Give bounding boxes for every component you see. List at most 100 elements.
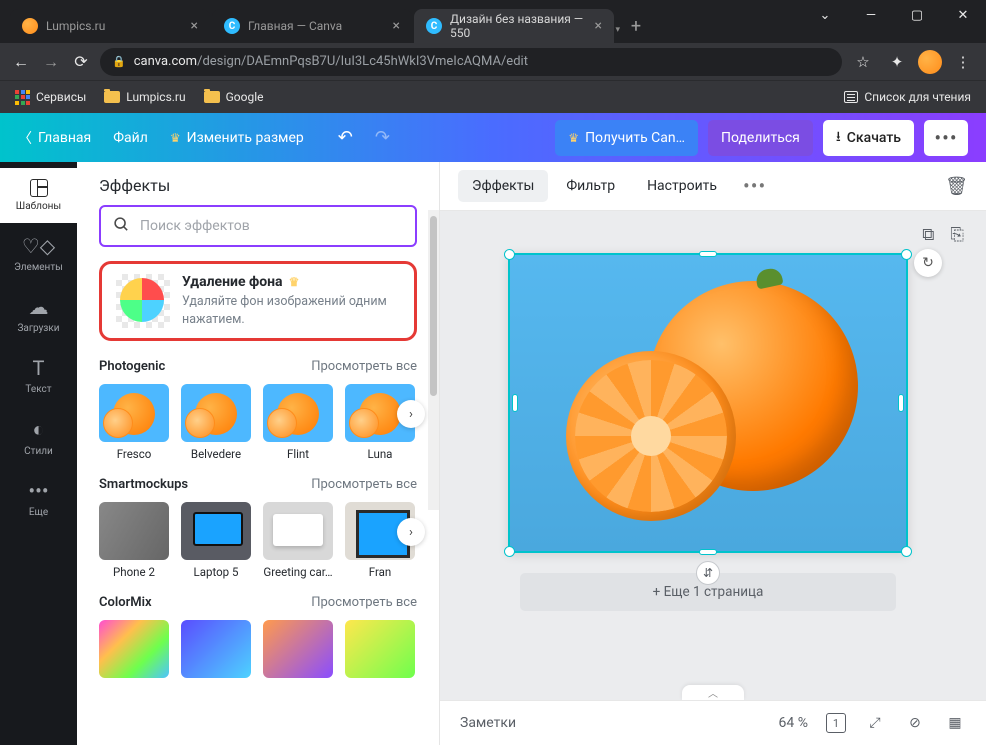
browser-tab-2[interactable]: C Дизайн без названия — 550 ▾ × xyxy=(414,9,614,43)
search-effects[interactable] xyxy=(99,205,417,247)
see-all-link[interactable]: Просмотреть все xyxy=(311,477,417,492)
resize-handle[interactable] xyxy=(699,251,717,257)
nav-label: Загрузки xyxy=(17,323,59,334)
add-page-icon[interactable]: ⎘ xyxy=(950,225,964,245)
resize-handle[interactable] xyxy=(901,249,912,260)
nav-text[interactable]: TТекст xyxy=(0,345,77,406)
see-all-link[interactable]: Просмотреть все xyxy=(311,359,417,374)
duplicate-icon[interactable]: ⧉ xyxy=(922,225,934,245)
new-tab-button[interactable]: + xyxy=(622,12,650,40)
colormix-item[interactable] xyxy=(181,620,251,678)
colormix-item[interactable] xyxy=(263,620,333,678)
scrollbar[interactable] xyxy=(428,210,439,510)
add-page-label: + Еще 1 страница xyxy=(653,584,764,600)
chevron-down-icon[interactable]: ▾ xyxy=(615,25,620,35)
effect-label: Fresco xyxy=(99,447,169,461)
rotate-handle[interactable]: ↻ xyxy=(914,249,942,277)
page-indicator[interactable]: 1 xyxy=(826,713,846,733)
effect-label: Flint xyxy=(263,447,333,461)
resize-handle[interactable] xyxy=(898,394,904,412)
crown-icon: ♛ xyxy=(289,275,300,289)
bg-remover-title: Удаление фона xyxy=(182,274,283,290)
nav-uploads[interactable]: ☁Загрузки xyxy=(0,284,77,345)
notes-button[interactable]: Заметки xyxy=(460,715,516,731)
effect-item[interactable]: Fresco xyxy=(99,384,169,461)
resize-handle[interactable] xyxy=(504,249,515,260)
home-button[interactable]: 〈Главная xyxy=(18,128,91,148)
reading-list-label: Список для чтения xyxy=(864,90,971,104)
bg-remover-card[interactable]: Удаление фона ♛ Удаляйте фон изображений… xyxy=(99,261,417,341)
effect-item[interactable]: Belvedere xyxy=(181,384,251,461)
chrome-menu-icon[interactable]: ⌄ xyxy=(802,0,848,30)
file-label: Файл xyxy=(113,130,148,146)
scroll-right-icon[interactable]: › xyxy=(397,518,425,546)
ctx-effects[interactable]: Эффекты xyxy=(458,170,548,202)
kebab-icon[interactable]: ⋮ xyxy=(950,53,976,71)
bookmark-lumpics[interactable]: Lumpics.ru xyxy=(104,90,185,104)
file-menu[interactable]: Файл xyxy=(113,130,148,146)
page-nav-icon[interactable]: ⇵ xyxy=(696,561,720,585)
download-icon: ⭳ xyxy=(836,126,841,150)
maximize-icon[interactable]: ▢ xyxy=(894,0,940,30)
more-button[interactable]: ••• xyxy=(924,120,968,156)
app-toolbar: 〈Главная Файл ♛Изменить размер ↶ ↷ ♛Полу… xyxy=(0,113,986,162)
trash-icon[interactable]: 🗑 xyxy=(945,176,968,197)
close-icon[interactable]: × xyxy=(595,18,602,34)
forward-icon[interactable]: → xyxy=(40,52,62,72)
get-pro-label: Получить Can… xyxy=(585,130,685,146)
nav-more[interactable]: •••Еще xyxy=(0,468,77,529)
resize-handle[interactable] xyxy=(699,549,717,555)
resize-handle[interactable] xyxy=(504,546,515,557)
get-pro-button[interactable]: ♛Получить Can… xyxy=(555,120,698,156)
browser-tab-0[interactable]: Lumpics.ru × xyxy=(10,9,210,43)
design-stage[interactable]: ⧉ ⎘ ↻ ⇵ + Еще 1 страница ︿ xyxy=(440,211,986,700)
mockup-item[interactable]: Greeting car… xyxy=(263,502,333,579)
reload-icon[interactable]: ⟳ xyxy=(70,52,92,71)
close-icon[interactable]: × xyxy=(191,18,198,34)
close-icon[interactable]: × xyxy=(393,18,400,34)
see-all-link[interactable]: Просмотреть все xyxy=(311,595,417,610)
back-icon[interactable]: ← xyxy=(10,52,32,72)
resize-handle[interactable] xyxy=(901,546,912,557)
bookmark-google[interactable]: Google xyxy=(204,90,264,104)
fullscreen-icon[interactable]: ⤢ xyxy=(864,712,886,734)
mockup-item[interactable]: Phone 2 xyxy=(99,502,169,579)
ellipsis-icon: ••• xyxy=(28,479,48,503)
extension-icon[interactable]: ✦ xyxy=(884,53,910,71)
resize-handle[interactable] xyxy=(512,394,518,412)
ctx-filter[interactable]: Фильтр xyxy=(552,170,629,202)
effect-item[interactable]: Flint xyxy=(263,384,333,461)
download-button[interactable]: ⭳Скачать xyxy=(823,120,914,156)
home-label: Главная xyxy=(38,130,91,146)
ctx-adjust[interactable]: Настроить xyxy=(633,170,731,202)
nav-styles[interactable]: ◐Стили xyxy=(0,406,77,468)
ellipsis-icon: ••• xyxy=(934,126,957,150)
redo-icon[interactable]: ↷ xyxy=(375,127,390,148)
nav-templates[interactable]: Шаблоны xyxy=(0,168,77,223)
url-input[interactable]: 🔒 canva.com/design/DAEmnPqsB7U/IuI3Lc45h… xyxy=(100,48,842,76)
ctx-more[interactable]: ••• xyxy=(735,168,774,204)
help-icon[interactable]: ⊘ xyxy=(904,712,926,734)
undo-icon[interactable]: ↶ xyxy=(338,127,353,148)
minimize-icon[interactable]: — xyxy=(848,0,894,30)
resize-button[interactable]: ♛Изменить размер xyxy=(170,130,304,146)
nav-elements[interactable]: ♡◇Элементы xyxy=(0,223,77,284)
close-window-icon[interactable]: ✕ xyxy=(940,0,986,30)
colormix-item[interactable] xyxy=(99,620,169,678)
scroll-right-icon[interactable]: › xyxy=(397,400,425,428)
star-icon[interactable]: ☆ xyxy=(850,53,876,71)
share-label: Поделиться xyxy=(721,130,800,146)
add-page-button[interactable]: ⇵ + Еще 1 страница xyxy=(520,573,896,611)
reading-list-button[interactable]: Список для чтения xyxy=(844,90,971,104)
sheet-collapse-icon[interactable]: ︿ xyxy=(682,685,744,700)
colormix-item[interactable] xyxy=(345,620,415,678)
share-button[interactable]: Поделиться xyxy=(708,120,813,156)
browser-tab-1[interactable]: C Главная — Canva × xyxy=(212,9,412,43)
mockup-item[interactable]: Laptop 5 xyxy=(181,502,251,579)
search-input[interactable] xyxy=(140,218,403,234)
zoom-level[interactable]: 64 % xyxy=(779,715,808,731)
profile-avatar[interactable] xyxy=(918,50,942,74)
bookmark-services[interactable]: Сервисы xyxy=(15,90,86,105)
grid-view-icon[interactable]: ▦ xyxy=(944,712,966,734)
crown-icon: ♛ xyxy=(170,131,181,145)
